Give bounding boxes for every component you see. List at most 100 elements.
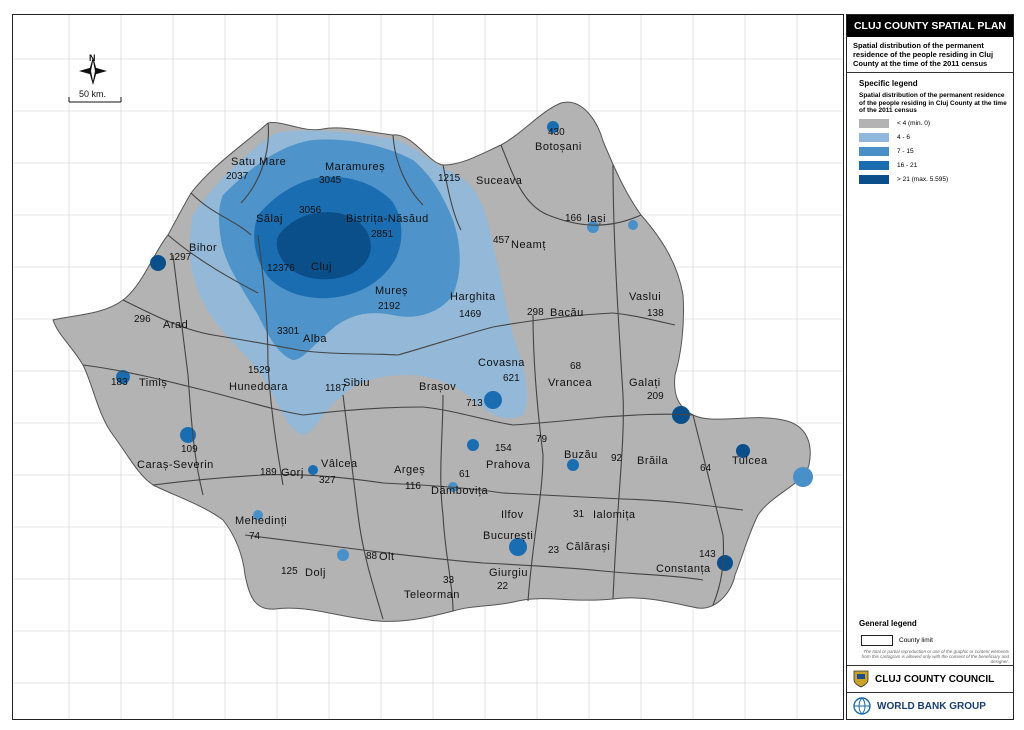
- county-name: Arad: [163, 319, 189, 331]
- specific-legend-subheading: Spatial distribution of the permanent re…: [859, 92, 1007, 114]
- county-name: Gorj: [281, 467, 304, 479]
- county-value: 3301: [277, 326, 300, 337]
- county-name: Cluj: [311, 261, 332, 273]
- county-value: 116: [405, 481, 421, 492]
- county-name: Vrancea: [548, 377, 593, 389]
- county-value: 183: [111, 377, 128, 388]
- county-name: Dâmbovița: [431, 485, 489, 497]
- county-limit-label: County limit: [899, 637, 933, 644]
- county-value: 327: [319, 475, 336, 486]
- county-name: Brăila: [637, 455, 669, 467]
- county-name: Bihor: [189, 242, 218, 254]
- county-value: 22: [497, 581, 509, 592]
- globe-icon: [853, 697, 871, 715]
- county-value: 713: [466, 398, 483, 409]
- map-title: CLUJ COUNTY SPATIAL PLAN: [847, 15, 1013, 37]
- county-value: 430: [548, 127, 565, 138]
- county-name: Buzău: [564, 449, 598, 461]
- county-value: 74: [249, 531, 261, 542]
- legend-label: 4 - 6: [897, 134, 911, 141]
- county-name: Brașov: [419, 381, 457, 393]
- county-value: 23: [548, 545, 560, 556]
- legend-item: 16 - 21: [847, 159, 1013, 173]
- county-name: Iași: [587, 213, 607, 225]
- county-name: Ialomița: [593, 509, 636, 521]
- scale-label: 50 km.: [79, 89, 107, 99]
- county-value: 61: [459, 469, 471, 480]
- county-value: 68: [570, 361, 582, 372]
- county-limit-swatch: [861, 635, 893, 646]
- county-value: 209: [647, 391, 664, 402]
- county-name: Olt: [379, 551, 395, 563]
- county-limit-legend: County limit: [861, 635, 933, 646]
- county-value: 1469: [459, 309, 482, 320]
- map-frame: N 50 km. Satu Mare 2037 Maramureș 3045 1…: [0, 0, 1024, 730]
- legend-swatch: [859, 133, 889, 142]
- county-name: Satu Mare: [231, 156, 287, 168]
- legend-swatch: [859, 175, 889, 184]
- legend-swatch: [859, 119, 889, 128]
- county-value: 138: [647, 308, 664, 319]
- county-name: Sălaj: [256, 213, 283, 225]
- county-name: Sibiu: [343, 377, 370, 389]
- county-value: 296: [134, 314, 151, 325]
- county-value: 3056: [299, 205, 322, 216]
- county-value: 31: [573, 509, 585, 520]
- legend-label: > 21 (max. 5.595): [897, 176, 949, 183]
- county-name: Caraș-Severin: [137, 459, 214, 471]
- county-name: Argeș: [394, 464, 426, 476]
- county-name: Ilfov: [501, 509, 524, 521]
- county-name: Tulcea: [732, 455, 768, 467]
- county-value: 1187: [325, 383, 347, 394]
- legend-item: 4 - 6: [847, 131, 1013, 145]
- bank-name: WORLD BANK GROUP: [877, 700, 986, 712]
- general-legend-heading: General legend: [859, 619, 917, 628]
- county-value: 166: [565, 213, 582, 224]
- county-value: 457: [493, 235, 510, 246]
- north-letter: N: [89, 53, 96, 63]
- county-name: Galați: [629, 377, 661, 389]
- side-panel: CLUJ COUNTY SPATIAL PLAN Spatial distrib…: [846, 14, 1014, 720]
- county-name: Vâlcea: [321, 458, 358, 470]
- legend-swatch: [859, 147, 889, 156]
- map-subtitle: Spatial distribution of the permanent re…: [847, 37, 1013, 73]
- county-name: Neamț: [511, 239, 546, 251]
- legend-swatch: [859, 161, 889, 170]
- disclaimer: The total or partial reproduction or use…: [861, 649, 1009, 664]
- county-value: 2851: [371, 229, 394, 240]
- legend-label: 16 - 21: [897, 162, 918, 169]
- county-name: Bistrița-Năsăud: [346, 213, 429, 225]
- county-name: Mehedinți: [235, 515, 288, 527]
- county-value: 143: [699, 549, 716, 560]
- legend-item: > 21 (max. 5.595): [847, 173, 1013, 187]
- council-logo-row: CLUJ COUNTY COUNCIL: [847, 665, 1013, 692]
- romania-map: [13, 15, 843, 719]
- county-value: 154: [495, 443, 512, 454]
- county-value: 298: [527, 307, 544, 318]
- county-name: Covasna: [478, 357, 525, 369]
- county-name: Bacău: [550, 307, 584, 319]
- county-name: Hunedoara: [229, 381, 288, 393]
- county-value: 1529: [248, 365, 271, 376]
- county-name: Prahova: [486, 459, 531, 471]
- county-value: 109: [181, 444, 198, 455]
- county-value: 3045: [319, 175, 342, 186]
- county-name: Dolj: [305, 567, 326, 579]
- county-value: 2192: [378, 301, 401, 312]
- county-name: Călărași: [566, 541, 611, 553]
- county-value: 88: [366, 551, 378, 562]
- county-value: 125: [281, 566, 298, 577]
- legend-label: 7 - 15: [897, 148, 914, 155]
- specific-legend-heading: Specific legend: [859, 79, 918, 88]
- county-value: 12376: [267, 263, 295, 274]
- bank-logo-row: WORLD BANK GROUP: [847, 692, 1013, 719]
- county-value: 79: [536, 434, 548, 445]
- county-name: Botoșani: [535, 141, 582, 153]
- legend-label: < 4 (min. 0): [897, 120, 931, 127]
- legend-item: < 4 (min. 0): [847, 117, 1013, 131]
- county-value: 1297: [169, 252, 192, 263]
- county-value: 189: [260, 467, 277, 478]
- county-name: Timiș: [139, 377, 168, 389]
- map-area: N 50 km. Satu Mare 2037 Maramureș 3045 1…: [12, 14, 844, 720]
- county-value: 64: [700, 463, 712, 474]
